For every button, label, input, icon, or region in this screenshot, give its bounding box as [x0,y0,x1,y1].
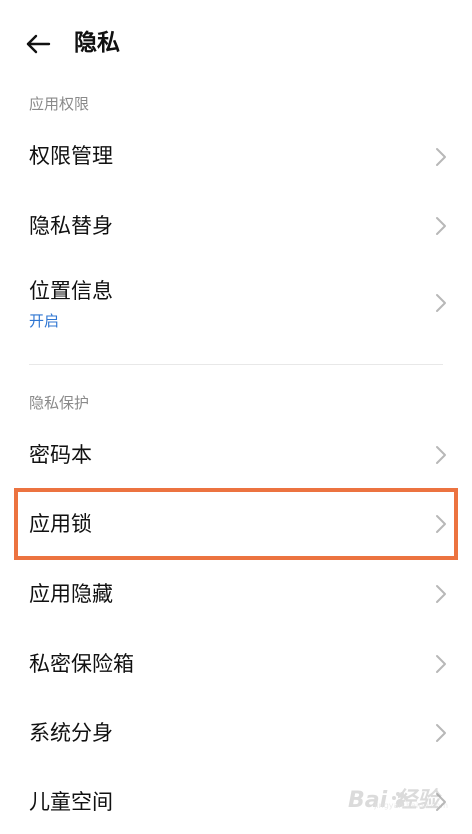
list-item-permission-management[interactable]: 权限管理 [0,122,472,192]
chevron-right-icon [434,146,448,168]
list-item-label: 儿童空间 [29,790,113,814]
chevron-right-icon [434,653,448,675]
chevron-right-icon [434,583,448,605]
baidu-jingyan-watermark: Bai 经验 jingyan.baidu.com [348,788,456,814]
page-title: 隐私 [74,30,120,56]
list-item-app-hide[interactable]: 应用隐藏 [0,559,472,629]
arrow-left-icon[interactable] [22,28,54,60]
list-item-system-clone[interactable]: 系统分身 [0,699,472,767]
list-item-label: 位置信息 [29,279,113,303]
section-label-app-permissions: 应用权限 [29,95,90,113]
list-item-app-lock[interactable]: 应用锁 [0,489,472,559]
chevron-right-icon [434,722,448,744]
watermark-sub: jingyan.baidu.com [374,801,448,810]
list-item-location-info[interactable]: 位置信息 开启 [0,260,472,350]
status-text: 开启 [29,312,60,330]
list-item-private-safe[interactable]: 私密保险箱 [0,629,472,699]
section-divider [29,364,443,365]
chevron-right-icon [434,513,448,535]
list-item-label: 隐私替身 [29,214,113,238]
list-item-privacy-substitute[interactable]: 隐私替身 [0,192,472,260]
list-item-label: 系统分身 [29,721,113,745]
chevron-right-icon [434,444,448,466]
chevron-right-icon [434,292,448,314]
list-item-label: 权限管理 [29,144,113,168]
section-label-privacy-protection: 隐私保护 [29,394,90,412]
list-item-label: 应用锁 [29,512,92,536]
list-item-label: 应用隐藏 [29,582,113,606]
list-item-label: 私密保险箱 [29,652,134,676]
app-header: 隐私 [0,0,472,88]
chevron-right-icon [434,215,448,237]
list-item-label: 密码本 [29,443,92,467]
list-item-password-book[interactable]: 密码本 [0,421,472,489]
